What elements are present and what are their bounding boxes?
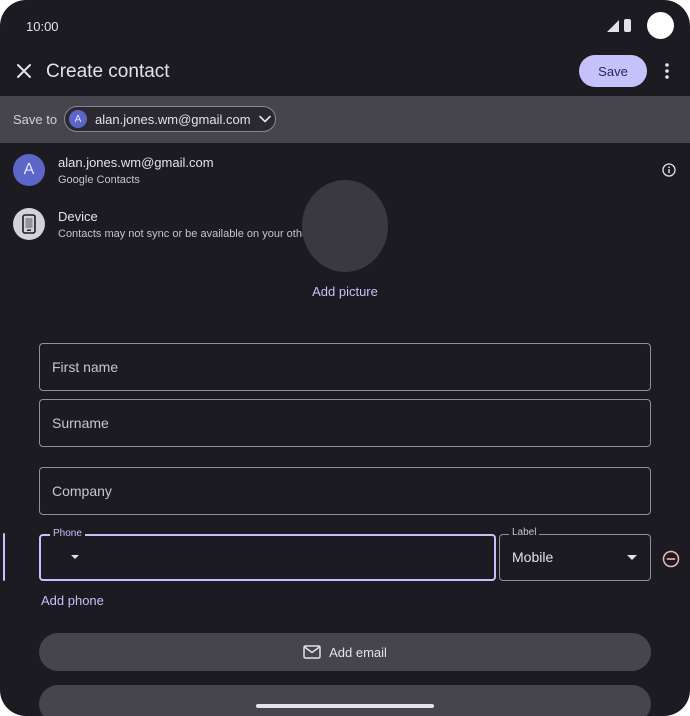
company-field[interactable]: Company <box>39 467 651 515</box>
contact-photo-placeholder[interactable] <box>302 180 388 272</box>
phone-type-select[interactable]: Label Mobile <box>499 527 651 581</box>
status-time: 10:00 <box>26 19 59 34</box>
add-picture-link[interactable]: Add picture <box>0 284 690 299</box>
signal-icon <box>607 20 619 32</box>
save-to-bar: Save to A alan.jones.wm@gmail.com <box>0 96 690 143</box>
option-title: alan.jones.wm@gmail.com <box>58 155 214 170</box>
account-email: alan.jones.wm@gmail.com <box>95 111 251 127</box>
camera-cutout <box>647 12 674 39</box>
page-title: Create contact <box>46 61 170 82</box>
surname-field[interactable]: Surname <box>39 399 651 447</box>
remove-circle-icon[interactable] <box>662 550 680 568</box>
add-email-label: Add email <box>329 644 387 660</box>
account-selector[interactable]: A alan.jones.wm@gmail.com <box>64 106 276 132</box>
phone-label: Phone <box>50 528 85 539</box>
battery-icon <box>624 19 631 32</box>
screen: 10:00 Create contact Save Save to A alan… <box>0 0 690 716</box>
add-phone-link[interactable]: Add phone <box>41 593 104 608</box>
info-icon[interactable] <box>662 163 676 177</box>
phone-field[interactable]: Phone <box>39 528 496 581</box>
company-placeholder: Company <box>52 483 112 499</box>
google-account-avatar: A <box>13 154 45 186</box>
email-icon <box>303 645 321 659</box>
option-subtitle: Google Contacts <box>58 174 140 186</box>
type-label: Label <box>509 527 540 538</box>
first-name-placeholder: First name <box>52 359 119 375</box>
more-options-icon[interactable] <box>660 61 674 81</box>
dropdown-arrow-icon <box>627 555 637 560</box>
country-code-dropdown-icon[interactable] <box>71 555 79 559</box>
surname-placeholder: Surname <box>52 415 109 431</box>
home-indicator[interactable] <box>256 704 434 708</box>
device-icon <box>13 208 45 240</box>
first-name-field[interactable]: First name <box>39 343 651 391</box>
account-avatar: A <box>69 110 87 128</box>
app-bar: Create contact Save <box>0 52 690 96</box>
chevron-down-icon <box>258 115 271 123</box>
save-to-label: Save to <box>13 112 58 127</box>
status-bar: 10:00 <box>0 0 690 52</box>
save-button[interactable]: Save <box>579 55 647 87</box>
phone-type-value: Mobile <box>512 549 554 565</box>
close-icon[interactable] <box>14 61 34 81</box>
focus-indicator <box>3 533 5 581</box>
add-email-button[interactable]: Add email <box>39 633 651 671</box>
next-field-button[interactable] <box>39 685 651 716</box>
option-title: Device <box>58 209 98 224</box>
